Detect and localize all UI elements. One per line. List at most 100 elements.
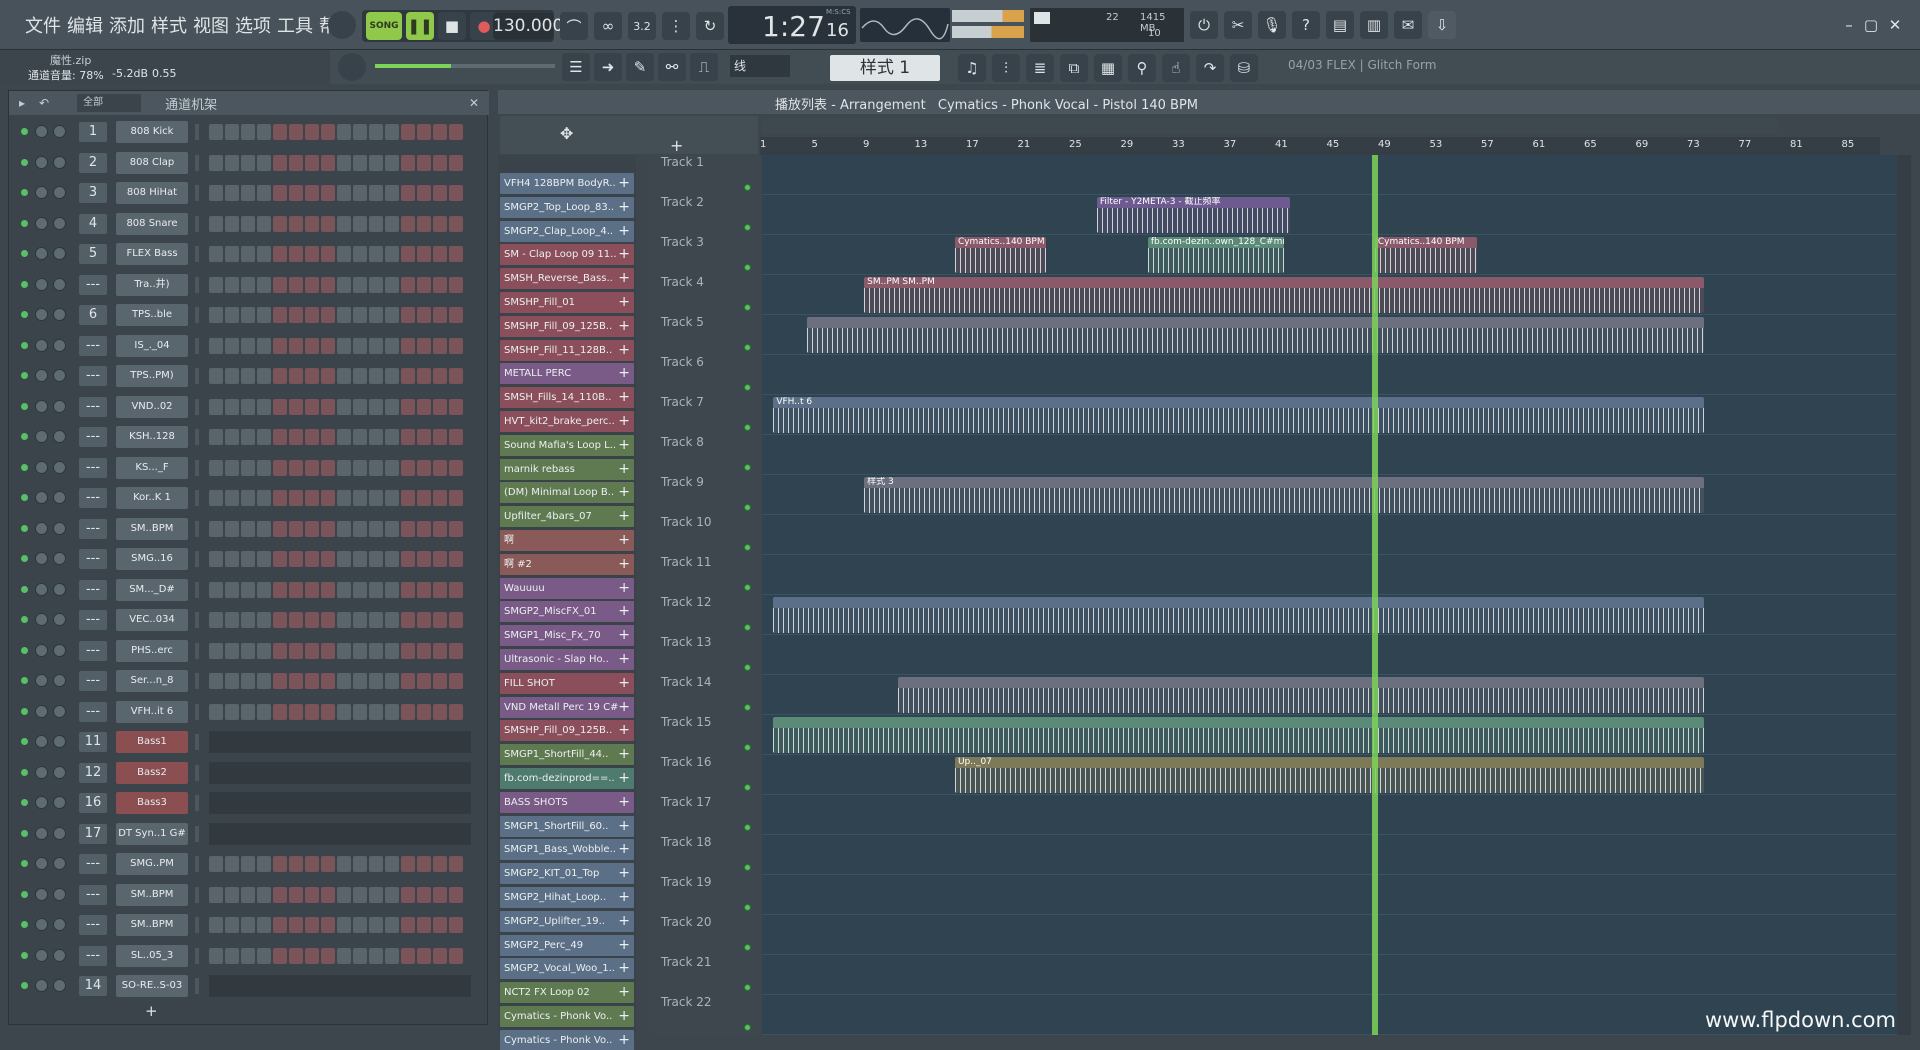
arrow-icon[interactable]: ➜	[594, 53, 622, 81]
step-button[interactable]	[257, 490, 271, 506]
step-button[interactable]	[257, 673, 271, 689]
channel-name-button[interactable]: VND..02	[116, 395, 188, 418]
step-button[interactable]	[449, 917, 463, 933]
step-button[interactable]	[321, 459, 335, 476]
channel-mixer-track[interactable]: ---	[79, 579, 107, 600]
channel-pan-knob[interactable]	[35, 369, 48, 382]
channel-select[interactable]	[195, 917, 199, 933]
step-button[interactable]	[209, 185, 223, 201]
step-button[interactable]	[417, 276, 431, 293]
track-mute-led[interactable]	[744, 984, 751, 991]
step-button[interactable]	[337, 459, 351, 476]
channel-row[interactable]: --- VEC..034	[9, 607, 479, 633]
step-button[interactable]	[385, 215, 399, 232]
step-button[interactable]	[289, 337, 303, 354]
channel-name-button[interactable]: SMG..PM	[116, 853, 188, 875]
add-clip-icon[interactable]: +	[618, 744, 630, 765]
pattern-clip-source[interactable]: BASS SHOTS +	[500, 791, 634, 813]
channel-name-button[interactable]: KS..._F	[116, 456, 188, 479]
channel-pan-knob[interactable]	[35, 948, 48, 962]
step-button[interactable]	[273, 307, 287, 323]
channel-pan-knob[interactable]	[35, 887, 48, 901]
step-button[interactable]	[401, 124, 415, 140]
step-button[interactable]	[449, 520, 463, 537]
channel-name-button[interactable]: Bass1	[116, 731, 188, 753]
step-button[interactable]	[385, 917, 399, 933]
add-clip-icon[interactable]: +	[618, 720, 630, 741]
step-button[interactable]	[417, 917, 431, 933]
piano-roll-preview[interactable]	[209, 731, 471, 753]
step-button[interactable]	[257, 642, 271, 659]
piano-roll-preview[interactable]	[209, 761, 471, 784]
step-button[interactable]	[369, 612, 383, 628]
piano-roll-preview[interactable]	[209, 792, 471, 814]
channel-row[interactable]: 17 DT Syn..1 G#	[9, 821, 479, 847]
channel-name-button[interactable]: SL..05_3	[116, 944, 188, 967]
step-button[interactable]	[337, 642, 351, 659]
channel-mixer-track[interactable]: 11	[79, 732, 107, 752]
track-lane[interactable]: Cymatics..140 BPM fb.com-dezin..own_128_C…	[762, 235, 1897, 275]
track-lane[interactable]	[762, 795, 1897, 835]
step-button[interactable]	[209, 947, 223, 964]
channel-row[interactable]: --- SM..BPM	[9, 516, 479, 542]
export-icon[interactable]: ▥	[1360, 11, 1388, 39]
step-button[interactable]	[385, 947, 399, 964]
track-lane[interactable]	[762, 835, 1897, 875]
step-button[interactable]	[449, 337, 463, 354]
step-button[interactable]	[225, 673, 239, 689]
step-button[interactable]	[433, 459, 447, 476]
step-button[interactable]	[353, 368, 367, 384]
step-button[interactable]	[241, 856, 255, 872]
pattern-clip-source[interactable]: SMGP2_Top_Loop_83.. +	[500, 196, 634, 218]
tempo-display[interactable]: 130.000	[493, 13, 563, 39]
channel-select[interactable]	[195, 124, 199, 140]
pattern-clip-source[interactable]: SMGP2_Uplifter_19.. +	[500, 910, 634, 932]
step-button[interactable]	[209, 886, 223, 903]
step-button[interactable]	[321, 612, 335, 628]
channel-select[interactable]	[195, 581, 199, 598]
channel-name-button[interactable]: PHS..erc	[116, 639, 188, 662]
step-button[interactable]	[369, 398, 383, 415]
step-button[interactable]	[257, 520, 271, 537]
channel-select[interactable]	[195, 307, 199, 323]
step-button[interactable]	[433, 673, 447, 689]
pattern-clip-source[interactable]: Cymatics - Phonk Vo.. +	[500, 1029, 634, 1050]
step-button[interactable]	[401, 490, 415, 506]
step-button[interactable]	[225, 642, 239, 659]
add-clip-icon[interactable]: +	[618, 887, 630, 908]
channel-volume-knob[interactable]	[53, 796, 66, 809]
step-button[interactable]	[273, 581, 287, 598]
overview-bar[interactable]	[762, 118, 1777, 134]
step-button[interactable]	[273, 856, 287, 872]
channel-volume-knob[interactable]	[53, 369, 66, 382]
step-button[interactable]	[401, 459, 415, 476]
step-button[interactable]	[449, 429, 463, 445]
track-lane[interactable]	[762, 955, 1897, 995]
step-button[interactable]	[321, 398, 335, 415]
step-button[interactable]	[225, 215, 239, 232]
step-button[interactable]	[225, 520, 239, 537]
step-button[interactable]	[209, 124, 223, 140]
channel-mixer-track[interactable]: 14	[79, 976, 107, 996]
step-button[interactable]	[209, 520, 223, 537]
step-button[interactable]	[241, 246, 255, 262]
step-button[interactable]	[305, 886, 319, 903]
track-lane[interactable]	[762, 875, 1897, 915]
step-button[interactable]	[209, 856, 223, 872]
channel-pan-knob[interactable]	[35, 643, 48, 657]
channel-mute-led[interactable]	[21, 463, 28, 471]
step-button[interactable]	[321, 276, 335, 293]
step-button[interactable]	[257, 154, 271, 171]
channel-mixer-track[interactable]: ---	[79, 274, 107, 295]
channel-row[interactable]: --- PHS..erc	[9, 638, 479, 664]
track-header[interactable]: Track 10	[661, 515, 757, 555]
channel-volume-knob[interactable]	[53, 643, 66, 657]
channel-mixer-track[interactable]: 1	[79, 122, 107, 142]
channel-volume-knob[interactable]	[53, 918, 66, 931]
track-mute-led[interactable]	[744, 904, 751, 911]
track-mute-led[interactable]	[744, 704, 751, 711]
track-header[interactable]: Track 15	[661, 715, 757, 755]
step-button[interactable]	[321, 185, 335, 201]
step-button[interactable]	[225, 551, 239, 567]
channel-row[interactable]: --- SL..05_3	[9, 943, 479, 969]
